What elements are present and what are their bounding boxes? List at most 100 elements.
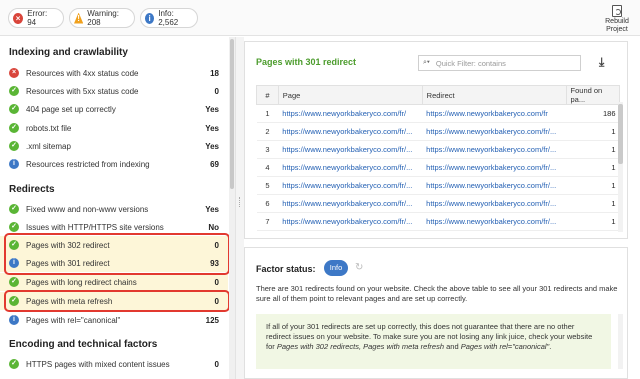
factor-label: Pages with 301 redirect (26, 258, 110, 268)
info-filter-button[interactable]: i Info: 2,562 (140, 8, 198, 28)
factor-value: 0 (214, 86, 219, 96)
factor-row[interactable]: ✓ HTTPS pages with mixed content issues … (0, 355, 228, 373)
factor-row[interactable]: ✓ .xml sitemap Yes (0, 137, 228, 155)
factor-value: Yes (205, 123, 219, 133)
warning-count-label: Warning: 208 (87, 9, 119, 27)
factor-value: 0 (214, 240, 219, 250)
row-index: 3 (256, 140, 279, 159)
table-row[interactable]: 7 https://www.newyorkbakeryco.com/fr/... h… (256, 212, 620, 231)
factor-row[interactable]: ✓ Pages with 302 redirect 0 (0, 236, 228, 254)
factor-row-selected[interactable]: i Pages with 301 redirect 93 (0, 254, 228, 272)
factor-label: Resources with 5xx status code (26, 86, 139, 96)
splitter-grip-icon (239, 197, 241, 207)
found-on-pages-count[interactable]: 1 (566, 158, 620, 177)
note-scrollbar[interactable] (618, 314, 623, 369)
scrollbar-thumb[interactable] (230, 39, 234, 189)
table-row[interactable]: 5 https://www.newyorkbakeryco.com/fr/... h… (256, 176, 620, 195)
panel-splitter[interactable] (236, 37, 244, 379)
error-icon: × (9, 68, 19, 78)
page-url-link[interactable]: https://www.newyorkbakeryco.com/fr/... (278, 158, 423, 177)
factor-row[interactable]: ✓ Pages with meta refresh 0 (0, 292, 228, 310)
info-icon: i (9, 258, 19, 268)
warning-filter-button[interactable]: ! Warning: 208 (69, 8, 135, 28)
toolbar: × Error: 94 ! Warning: 208 i Info: 2,562… (0, 0, 640, 36)
filter-placeholder: Quick Filter: contains (435, 58, 506, 68)
redirect-url-link[interactable]: https://www.newyorkbakeryco.com/fr/... (422, 122, 567, 141)
factor-row[interactable]: ✓ Fixed www and non-www versions Yes (0, 200, 228, 218)
info-count-label: Info: 2,562 (158, 9, 179, 27)
details-panel: Pages with 301 redirect ⌕▾ Quick Filter:… (244, 41, 628, 379)
table-row[interactable]: 1 https://www.newyorkbakeryco.com/fr/http… (256, 104, 620, 123)
table-row[interactable]: 6 https://www.newyorkbakeryco.com/fr/... h… (256, 194, 620, 213)
redirect-url-link[interactable]: https://www.newyorkbakeryco.com/fr/... (422, 140, 567, 159)
factor-row[interactable]: ✓ robots.txt file Yes (0, 119, 228, 137)
section-title: Indexing and crawlability (9, 47, 128, 58)
found-on-pages-count[interactable]: 186 (566, 104, 620, 123)
info-icon: i (9, 315, 19, 325)
page-url-link[interactable]: https://www.newyorkbakeryco.com/fr/ (278, 104, 423, 123)
factor-label: Resources with 4xx status code (26, 68, 139, 78)
factor-row[interactable]: ✓ 404 page set up correctly Yes (0, 100, 228, 118)
quick-filter-input[interactable]: ⌕▾ Quick Filter: contains (418, 55, 581, 71)
error-count-label: Error: 94 (27, 9, 48, 27)
factor-row[interactable]: ✓ Issues with HTTP/HTTPS site versions N… (0, 218, 228, 236)
check-icon: ✓ (9, 222, 19, 232)
factor-row[interactable]: × Resources with 4xx status code 18 (0, 64, 228, 82)
redirect-url-link[interactable]: https://www.newyorkbakeryco.com/fr/... (422, 194, 567, 213)
factor-label: Pages with meta refresh (26, 296, 113, 306)
column-header-index[interactable]: # (256, 85, 279, 105)
factor-row[interactable]: i Resources restricted from indexing 69 (0, 155, 228, 173)
factor-label: 404 page set up correctly (26, 104, 116, 114)
found-on-pages-count[interactable]: 1 (566, 176, 620, 195)
check-icon: ✓ (9, 86, 19, 96)
factor-row[interactable]: ✓ Resources with 5xx status code 0 (0, 82, 228, 100)
rebuild-label-line1: Rebuild (605, 18, 629, 25)
page-url-link[interactable]: https://www.newyorkbakeryco.com/fr/... (278, 194, 423, 213)
column-header-found-on-pages[interactable]: Found on pa... (565, 85, 621, 105)
check-icon: ✓ (9, 104, 19, 114)
check-icon: ✓ (9, 296, 19, 306)
factor-label: Pages with rel="canonical" (26, 315, 121, 325)
page-url-link[interactable]: https://www.newyorkbakeryco.com/fr/... (278, 212, 423, 231)
scrollbar-thumb[interactable] (618, 104, 623, 164)
factor-label: Pages with long redirect chains (26, 277, 137, 287)
column-header-page[interactable]: Page (277, 85, 423, 105)
redirect-url-link[interactable]: https://www.newyorkbakeryco.com/fr (422, 104, 567, 123)
redirect-url-link[interactable]: https://www.newyorkbakeryco.com/fr/... (422, 176, 567, 195)
table-scrollbar[interactable] (618, 102, 623, 232)
redirect-url-link[interactable]: https://www.newyorkbakeryco.com/fr/... (422, 212, 567, 231)
found-on-pages-count[interactable]: 1 (566, 194, 620, 213)
column-header-redirect[interactable]: Redirect (421, 85, 567, 105)
table-row[interactable]: 2 https://www.newyorkbakeryco.com/fr/... h… (256, 122, 620, 141)
found-on-pages-count[interactable]: 1 (566, 140, 620, 159)
check-icon: ✓ (9, 359, 19, 369)
row-index: 6 (256, 194, 279, 213)
factor-value: No (208, 222, 219, 232)
scrollbar[interactable] (229, 37, 235, 379)
note-italic-text: Pages with rel="canonical" (460, 342, 550, 351)
factor-label: HTTPS pages with mixed content issues (26, 359, 170, 369)
section-title: Encoding and technical factors (9, 339, 158, 350)
page-url-link[interactable]: https://www.newyorkbakeryco.com/fr/... (278, 140, 423, 159)
page-url-link[interactable]: https://www.newyorkbakeryco.com/fr/... (278, 122, 423, 141)
refresh-icon[interactable]: ↻ (355, 262, 363, 273)
factor-value: 0 (214, 277, 219, 287)
rebuild-icon (612, 5, 622, 17)
found-on-pages-count[interactable]: 1 (566, 212, 620, 231)
factor-status-panel: Factor status: Info ↻ There are 301 redi… (244, 247, 628, 379)
factor-value: Yes (205, 204, 219, 214)
found-on-pages-count[interactable]: 1 (566, 122, 620, 141)
factor-row[interactable]: ✓ Pages with long redirect chains 0 (0, 273, 228, 291)
factor-label: Pages with 302 redirect (26, 240, 110, 250)
table-row[interactable]: 3 https://www.newyorkbakeryco.com/fr/... h… (256, 140, 620, 159)
export-button[interactable]: ⤓ (599, 56, 611, 70)
filter-dropdown-icon[interactable]: ⌕▾ (423, 59, 430, 67)
factor-row[interactable]: i Pages with rel="canonical" 125 (0, 311, 228, 329)
warning-icon: ! (74, 12, 84, 24)
rebuild-project-button[interactable]: Rebuild Project (602, 5, 632, 33)
redirect-url-link[interactable]: https://www.newyorkbakeryco.com/fr/... (422, 158, 567, 177)
check-icon: ✓ (9, 141, 19, 151)
table-row[interactable]: 4 https://www.newyorkbakeryco.com/fr/... h… (256, 158, 620, 177)
page-url-link[interactable]: https://www.newyorkbakeryco.com/fr/... (278, 176, 423, 195)
error-filter-button[interactable]: × Error: 94 (8, 8, 64, 28)
